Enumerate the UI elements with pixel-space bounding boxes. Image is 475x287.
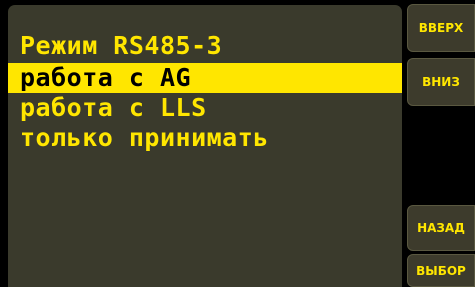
device-frame: Режим RS485-3 работа с AG работа с LLS т… [0,0,475,287]
menu-title: Режим RS485-3 [20,31,223,60]
menu-list: работа с AG работа с LLS только принимат… [8,63,402,153]
menu-item-work-with-ag[interactable]: работа с AG [8,63,402,93]
down-button[interactable]: ВНИЗ [407,58,475,106]
up-button[interactable]: ВВЕРХ [407,4,475,52]
back-button[interactable]: НАЗАД [407,205,475,251]
select-button[interactable]: ВЫБОР [407,254,475,287]
lcd-screen: Режим RS485-3 работа с AG работа с LLS т… [8,5,402,287]
menu-item-receive-only[interactable]: только принимать [8,123,402,153]
soft-key-panel: ВВЕРХ ВНИЗ НАЗАД ВЫБОР [402,0,475,287]
menu-item-work-with-lls[interactable]: работа с LLS [8,93,402,123]
